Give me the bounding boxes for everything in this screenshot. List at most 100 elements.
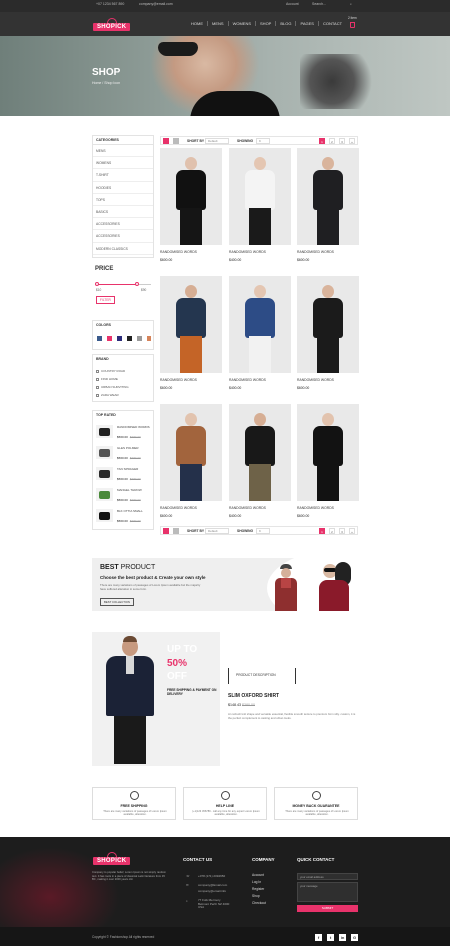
breadcrumb[interactable]: Home / Shop Icon (92, 81, 120, 85)
top-rated-item[interactable]: GLES POLMER $560.00 $380.00 (96, 444, 152, 464)
nav-item-mens[interactable]: MENS (208, 21, 229, 26)
best-collection-button[interactable]: BEST COLLECTION (100, 598, 134, 606)
cart-icon[interactable] (350, 22, 355, 28)
nav-item-shop[interactable]: SHOP (256, 21, 277, 26)
checkbox-icon[interactable] (96, 393, 99, 397)
top-rated-item[interactable]: TAN SPRAGER $560.00 $380.00 (96, 465, 152, 485)
product-card[interactable]: RANDOMISED WORDS $600.00 (160, 404, 222, 528)
category-item[interactable]: MODERN CLASSICS (93, 243, 153, 255)
product-card[interactable]: RANDOMISED WORDS $600.00 (297, 148, 359, 272)
footer-email-2[interactable]: company@email.info (198, 889, 226, 893)
category-item[interactable]: T-SHIRT (93, 169, 153, 182)
product-image[interactable] (160, 148, 222, 245)
account-link[interactable]: Account (286, 2, 299, 6)
product-name[interactable]: RANDOMISED WORDS (229, 250, 266, 254)
nav-item-womens[interactable]: WOMENS (229, 21, 257, 26)
footer-message-input[interactable]: your message (297, 882, 358, 902)
checkbox-icon[interactable] (96, 377, 99, 381)
category-item[interactable]: MENS (93, 145, 153, 158)
product-name[interactable]: RANDOMISED WORDS (297, 506, 334, 510)
footer-email-input[interactable]: your email address (297, 873, 358, 880)
page-1-button[interactable]: 1 (319, 138, 325, 144)
product-image[interactable] (229, 148, 291, 245)
color-swatch[interactable] (107, 336, 112, 341)
category-item[interactable]: ACCESSORIES (93, 230, 153, 243)
product-name[interactable]: RANDOMISED WORDS (297, 250, 334, 254)
brand-checkbox[interactable]: COUNTRY ROAD (96, 369, 125, 373)
google-icon[interactable]: G (351, 934, 358, 941)
top-rated-item[interactable]: MANGEL THROW $560.00 $380.00 (96, 486, 152, 506)
color-swatch[interactable] (117, 336, 122, 341)
product-card[interactable]: RANDOMISED WORDS $600.00 (297, 276, 359, 400)
top-rated-item[interactable]: BLK OTTIA SMALL $560.00 $380.00 (96, 507, 152, 527)
brand-checkbox[interactable]: ZARA WEAR (96, 393, 119, 397)
category-item[interactable]: TOPS (93, 194, 153, 206)
footer-link-login[interactable]: Log In (252, 880, 261, 884)
price-slider-handle-min[interactable] (95, 282, 99, 286)
next-page-button[interactable]: » (349, 528, 355, 534)
nav-item-blog[interactable]: BLOG (276, 21, 297, 26)
search-input[interactable]: Search... (312, 2, 326, 6)
page-2-button[interactable]: 2 (329, 528, 335, 534)
search-icon[interactable]: ⌕ (350, 2, 352, 6)
filter-button[interactable]: FILTER (96, 296, 115, 304)
nav-item-contact[interactable]: CONTACT (319, 21, 346, 26)
checkbox-icon[interactable] (96, 369, 99, 373)
nav-item-home[interactable]: HOME (187, 21, 208, 26)
product-name[interactable]: RANDOMISED WORDS (160, 506, 197, 510)
grid-view-icon[interactable] (163, 138, 169, 144)
product-image[interactable] (160, 276, 222, 373)
brand-checkbox[interactable]: URBAN SURVITING (96, 385, 129, 389)
product-image[interactable] (160, 404, 222, 501)
category-item[interactable]: WOMENS (93, 157, 153, 170)
product-card[interactable]: RANDOMISED WORDS $600.00 (297, 404, 359, 528)
footer-submit-button[interactable]: SUBMIT (297, 905, 358, 912)
site-logo[interactable]: SHOPICK (93, 18, 131, 31)
product-image[interactable] (297, 148, 359, 245)
page-2-button[interactable]: 2 (329, 138, 335, 144)
product-name[interactable]: RANDOMISED WORDS (160, 250, 197, 254)
facebook-icon[interactable]: f (315, 934, 322, 941)
category-item[interactable]: BASICS (93, 206, 153, 219)
featured-product-name[interactable]: SLIM OXFORD SHIRT (228, 693, 279, 699)
footer-email[interactable]: company@Email.com (198, 883, 227, 887)
product-image[interactable] (297, 276, 359, 373)
color-swatch[interactable] (137, 336, 142, 341)
page-3-button[interactable]: 3 (339, 528, 345, 534)
product-name[interactable]: RANDOMISED WORDS (229, 378, 266, 382)
product-card[interactable]: RANDOMISED WORDS $400.00 (229, 404, 291, 528)
product-card[interactable]: RANDOMISED WORDS $400.00 (229, 276, 291, 400)
category-item[interactable]: HOODIES (93, 182, 153, 194)
footer-logo[interactable]: SHOPICK (93, 852, 131, 865)
footer-link-register[interactable]: Register (252, 887, 264, 891)
product-name[interactable]: RANDOMISED WORDS (229, 506, 266, 510)
product-image[interactable] (229, 404, 291, 501)
list-view-icon[interactable] (173, 528, 179, 534)
linkedin-icon[interactable]: in (339, 934, 346, 941)
product-card[interactable]: RANDOMISED WORDS $400.00 (229, 148, 291, 272)
grid-view-icon[interactable] (163, 528, 169, 534)
product-name[interactable]: RANDOMISED WORDS (297, 378, 334, 382)
product-name[interactable]: RANDOMISED WORDS (160, 378, 197, 382)
product-image[interactable] (229, 276, 291, 373)
twitter-icon[interactable]: t (327, 934, 334, 941)
color-swatch[interactable] (147, 336, 151, 341)
product-card[interactable]: RANDOMISED WORDS $600.00 (160, 276, 222, 400)
category-item[interactable]: ACCESSORIES (93, 218, 153, 231)
page-1-button[interactable]: 1 (319, 528, 325, 534)
page-3-button[interactable]: 3 (339, 138, 345, 144)
color-swatch[interactable] (127, 336, 132, 341)
product-card[interactable]: RANDOMISED WORDS $600.00 (160, 148, 222, 272)
checkbox-icon[interactable] (96, 385, 99, 389)
footer-link-account[interactable]: Account (252, 873, 264, 877)
show-select[interactable]: 9 (256, 528, 270, 534)
color-swatch[interactable] (97, 336, 102, 341)
brand-checkbox[interactable]: FIND HOME (96, 377, 118, 381)
show-select[interactable]: 9 (256, 138, 270, 144)
sort-select[interactable]: Default (205, 138, 229, 144)
list-view-icon[interactable] (173, 138, 179, 144)
next-page-button[interactable]: » (349, 138, 355, 144)
footer-link-checkout[interactable]: Checkout (252, 901, 266, 905)
top-rated-item[interactable]: RANDOMISED WORDS $560.00 $380.00 (96, 423, 152, 443)
sort-select[interactable]: Default (205, 528, 229, 534)
